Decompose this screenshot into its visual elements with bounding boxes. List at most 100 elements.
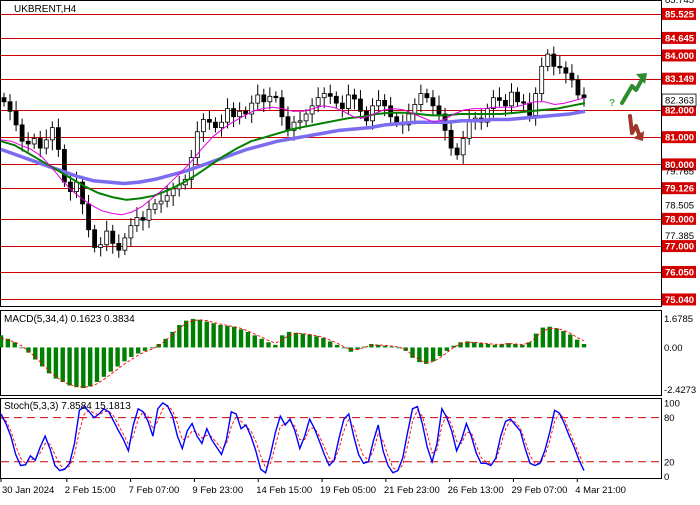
macd-bar <box>492 344 498 348</box>
macd-bar <box>458 342 463 348</box>
time-tick-label: 26 Feb 13:00 <box>448 485 504 496</box>
time-tick-label: 29 Feb 07:00 <box>511 485 567 496</box>
macd-bar <box>355 347 360 350</box>
macd-bar <box>115 347 120 367</box>
candle-body <box>273 95 279 99</box>
candle-body <box>7 101 13 112</box>
candle-body <box>575 79 581 96</box>
candle-body <box>261 94 267 103</box>
candle-body <box>285 116 291 131</box>
candle-body <box>152 203 158 210</box>
candle-body <box>333 95 339 104</box>
stoch-main-line <box>0 401 585 474</box>
macd-bar <box>554 328 559 348</box>
ma-mid-line <box>0 102 586 201</box>
candle-body <box>62 149 67 183</box>
macd-bar <box>266 342 271 348</box>
candle-body <box>557 65 563 69</box>
macd-bar <box>108 347 113 372</box>
candle-body <box>237 110 243 118</box>
candle-body <box>515 91 520 103</box>
macd-label: MACD(5,34,4) 0.1623 0.3834 <box>4 314 135 325</box>
macd-bar <box>197 319 203 348</box>
stoch-axis-label: 0 <box>664 472 669 483</box>
candle-body <box>158 200 164 205</box>
candle-body <box>267 95 273 103</box>
candle-body <box>55 127 61 150</box>
macd-bar <box>101 347 107 377</box>
macd-indicator: 1.6785 0.00 -2.4273 <box>0 314 696 396</box>
macd-bar <box>273 344 278 348</box>
candle-body <box>19 124 25 142</box>
time-tick-label: 4 Mar 21:00 <box>575 485 626 496</box>
candle-body <box>25 140 31 145</box>
macd-bar <box>232 326 237 348</box>
macd-bar <box>424 347 429 364</box>
candle-body <box>460 138 466 156</box>
macd-bar <box>259 338 264 348</box>
price-tick-label: 76.050 <box>665 267 694 278</box>
macd-bar <box>129 347 134 357</box>
up-arrow-icon <box>620 74 646 105</box>
time-tick-label: 14 Feb 15:00 <box>256 485 312 496</box>
macd-bar <box>568 334 573 348</box>
price-tick-label: 81.000 <box>665 133 694 144</box>
price-tick-label: 84.000 <box>665 51 694 62</box>
macd-bar <box>81 347 86 389</box>
price-tick-label: 84.645 <box>665 33 695 44</box>
macd-bar <box>183 320 189 348</box>
macd-bar <box>211 323 216 348</box>
macd-bar <box>300 333 305 348</box>
stoch-axis-label: 100 <box>664 398 680 409</box>
candle-body <box>134 217 140 227</box>
candle-body <box>200 119 206 133</box>
candle-body <box>551 53 557 67</box>
candle-body <box>116 242 122 251</box>
candle-body <box>37 138 43 149</box>
macd-bar <box>293 332 299 348</box>
macd-bar <box>142 347 148 351</box>
symbol-title: UKBRENT,H4 <box>14 4 77 15</box>
macd-bar <box>60 347 65 383</box>
forecast-arrows: ? <box>609 73 647 141</box>
price-tick-label: 83.149 <box>665 74 694 85</box>
candle-body <box>164 195 170 202</box>
macd-bar <box>520 344 525 348</box>
price-tick-label: 77.000 <box>665 242 694 253</box>
macd-bar <box>417 347 422 363</box>
price-tick-label: 77.385 <box>665 231 694 242</box>
price-tick-label: 75.040 <box>665 295 694 306</box>
chart-canvas: 85.52584.64584.00083.14982.00081.00080.0… <box>0 0 697 496</box>
stoch-axis-label: 80 <box>664 413 675 424</box>
macd-bar <box>39 347 45 367</box>
candle-body <box>345 94 351 109</box>
candle-body <box>140 217 146 221</box>
macd-bar <box>547 326 552 348</box>
macd-bar <box>0 335 4 348</box>
macd-bar <box>341 347 347 349</box>
question-mark-icon: ? <box>609 98 615 109</box>
candle-body <box>122 237 128 251</box>
time-tick-label: 9 Feb 23:00 <box>192 485 243 496</box>
candle-body <box>309 105 315 115</box>
candle-body <box>92 229 98 248</box>
candle-body <box>382 99 388 107</box>
candle-body <box>533 93 539 116</box>
candle-body <box>388 105 394 118</box>
candle-body <box>243 110 249 115</box>
candle-body <box>279 97 285 118</box>
candle-body <box>225 108 230 123</box>
macd-bar <box>581 343 587 348</box>
candle-body <box>303 113 309 122</box>
candle-body <box>207 119 212 123</box>
candle-body <box>376 99 381 107</box>
time-axis: 30 Jan 2024 2 Feb 15:00 7 Feb 07:00 9 Feb 2… <box>0 478 626 496</box>
candle-body <box>146 208 152 221</box>
macd-bar <box>19 347 24 349</box>
macd-axis-label: 1.6785 <box>664 314 693 325</box>
macd-bar <box>245 331 251 348</box>
macd-bar <box>526 342 532 348</box>
time-tick-label: 7 Feb 07:00 <box>129 485 180 496</box>
candle-body <box>98 244 104 248</box>
stoch-axis-label: 20 <box>664 457 675 468</box>
